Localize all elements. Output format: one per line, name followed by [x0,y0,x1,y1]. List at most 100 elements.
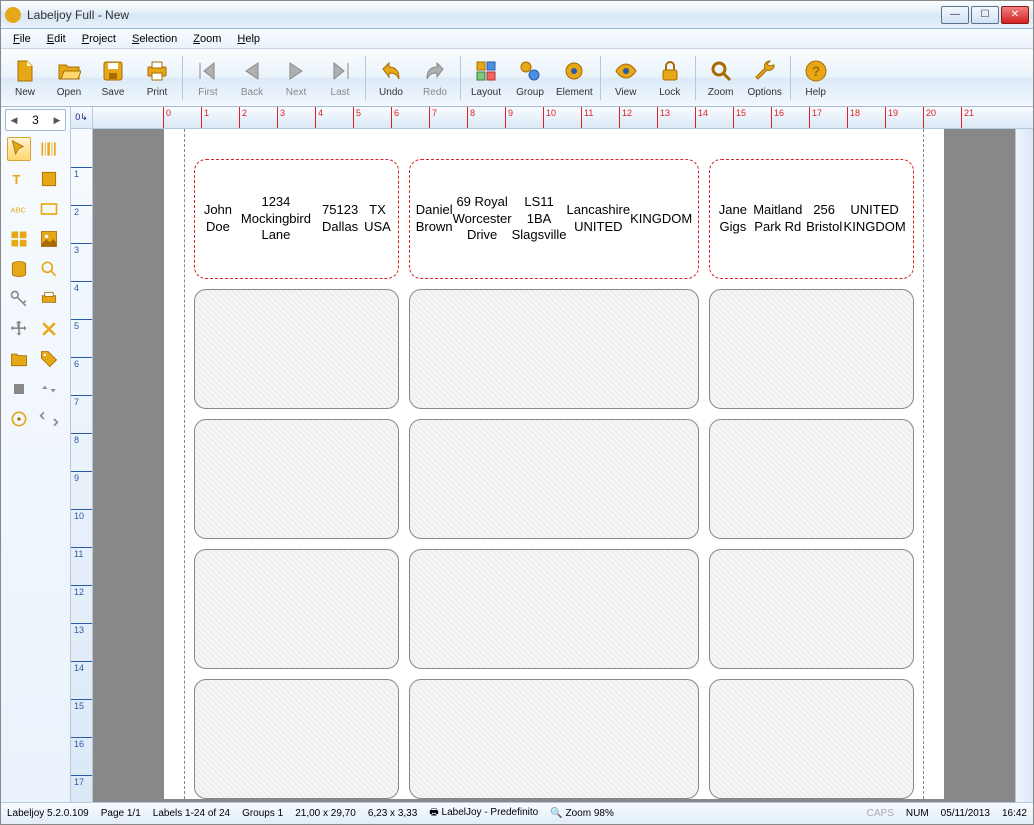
group-button[interactable]: Group [508,51,552,105]
spinner-next-icon[interactable]: ▶ [49,115,65,126]
tool-folder[interactable] [7,347,31,371]
undo-icon [377,57,405,85]
label-empty[interactable] [709,289,914,409]
status-dim2: 6,23 x 3,33 [368,808,417,819]
key-icon [9,289,29,309]
last-button[interactable]: Last [318,51,362,105]
text-icon: T [9,169,29,189]
layout-button[interactable]: Layout [464,51,508,105]
layout-icon [472,57,500,85]
new-button[interactable]: New [3,51,47,105]
redo-icon [421,57,449,85]
label-empty[interactable] [194,419,399,539]
options-button[interactable]: Options [743,51,787,105]
tool-db[interactable] [7,257,31,281]
lock-icon [656,57,684,85]
lock-button[interactable]: Lock [648,51,692,105]
last-icon [326,57,354,85]
tool-text[interactable]: T [7,167,31,191]
ruler-origin: 0↳ [71,107,93,129]
tool-rect[interactable] [37,197,61,221]
tool-barcode[interactable] [37,137,61,161]
element-button[interactable]: Element [552,51,597,105]
tool-shape[interactable] [37,167,61,191]
image-icon [39,229,59,249]
zoom-button[interactable]: Zoom [699,51,743,105]
maximize-button[interactable]: ☐ [971,6,999,24]
tool-key[interactable] [7,287,31,311]
menu-edit[interactable]: Edit [39,33,74,45]
file-icon [11,57,39,85]
tool-target[interactable] [7,407,31,431]
tool-move[interactable] [7,317,31,341]
status-version: Labeljoy 5.2.0.109 [7,808,89,819]
minimize-button[interactable]: — [941,6,969,24]
label-empty[interactable] [194,679,399,799]
grid-icon [9,229,29,249]
tool-print2[interactable] [37,287,61,311]
group-icon [516,57,544,85]
status-groups: Groups 1 [242,808,283,819]
next-button[interactable]: Next [274,51,318,105]
tool-delete[interactable] [37,317,61,341]
label-empty[interactable] [709,419,914,539]
status-caps: CAPS [867,808,894,819]
label-empty[interactable] [194,289,399,409]
vertical-scrollbar[interactable] [1015,129,1033,802]
save-button[interactable]: Save [91,51,135,105]
status-labels: Labels 1-24 of 24 [153,808,230,819]
label-empty[interactable] [409,289,700,409]
tool-arrows[interactable] [37,407,61,431]
label-filled[interactable]: John Doe1234 Mockingbird Lane75123 Dalla… [194,159,399,279]
back-button[interactable]: Back [230,51,274,105]
magnifier-icon [707,57,735,85]
menu-file[interactable]: File [5,33,39,45]
page-spinner[interactable]: ◀ 3 ▶ [5,109,66,131]
menu-help[interactable]: Help [229,33,268,45]
menu-zoom[interactable]: Zoom [185,33,229,45]
tool-magnify[interactable] [37,257,61,281]
close-button[interactable]: ✕ [1001,6,1029,24]
flip-icon [39,379,59,399]
tool-grid[interactable] [7,227,31,251]
tool-image[interactable] [37,227,61,251]
redo-button[interactable]: Redo [413,51,457,105]
tool-tag[interactable] [37,347,61,371]
undo-button[interactable]: Undo [369,51,413,105]
move-icon [9,319,29,339]
abc-icon: ABC [9,199,29,219]
spinner-prev-icon[interactable]: ◀ [6,115,22,126]
tool-move2[interactable] [7,377,31,401]
first-button[interactable]: First [186,51,230,105]
tool-pointer[interactable] [7,137,31,161]
tool-abc[interactable]: ABC [7,197,31,221]
back-icon [238,57,266,85]
label-empty[interactable] [409,419,700,539]
view-button[interactable]: View [604,51,648,105]
arrows-icon [39,409,59,429]
label-filled[interactable]: Jane GigsMaitland Park Rd256 BristolUNIT… [709,159,914,279]
element-icon [560,57,588,85]
label-empty[interactable] [709,679,914,799]
toolbar: New Open Save Print First Back Next Last… [1,49,1033,107]
label-empty[interactable] [409,679,700,799]
menu-project[interactable]: Project [74,33,124,45]
help-button[interactable]: ?Help [794,51,838,105]
status-dim1: 21,00 x 29,70 [295,808,356,819]
tool-flip[interactable] [37,377,61,401]
status-layout: 🖶 LabelJoy - Predefinito [429,805,538,822]
label-empty[interactable] [709,549,914,669]
magnify-icon [39,259,59,279]
canvas-area[interactable]: John Doe1234 Mockingbird Lane75123 Dalla… [93,129,1015,802]
print-button[interactable]: Print [135,51,179,105]
status-zoom: 🔍 Zoom 98% [550,808,614,819]
label-empty[interactable] [409,549,700,669]
label-filled[interactable]: Daniel Brown69 Royal Worcester DriveLS11… [409,159,700,279]
label-empty[interactable] [194,549,399,669]
menu-selection[interactable]: Selection [124,33,185,45]
tag-icon [39,349,59,369]
open-button[interactable]: Open [47,51,91,105]
menubar: File Edit Project Selection Zoom Help [1,29,1033,49]
target-icon [9,409,29,429]
horizontal-ruler: 0123456789101112131415161718192021 [93,107,1015,129]
